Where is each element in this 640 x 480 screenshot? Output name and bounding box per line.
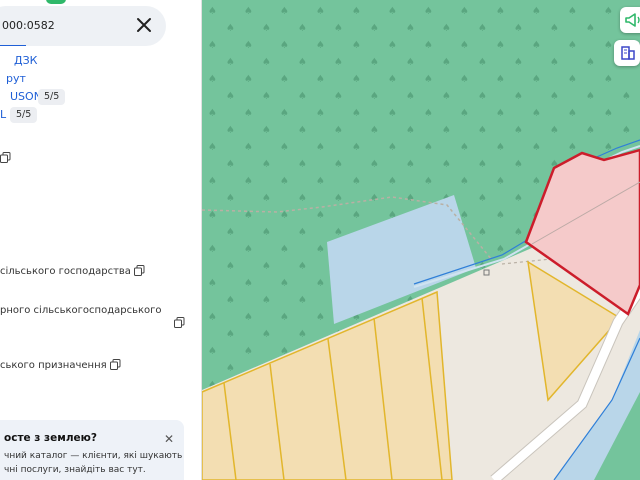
copy-icon[interactable] xyxy=(134,265,145,279)
geojson-badge: 5/5 xyxy=(38,89,66,105)
copy-icon[interactable] xyxy=(174,313,185,332)
copy-icon[interactable] xyxy=(0,148,11,167)
close-icon[interactable]: ✕ xyxy=(164,432,174,446)
promo-card: осте з землею? ✕ чний каталог — клієнти,… xyxy=(0,420,184,480)
field-row-3: ського призначення xyxy=(0,359,121,373)
copy-icon[interactable] xyxy=(109,359,121,373)
promo-text-line-1: чний каталог — клієнти, які шукають xyxy=(4,451,183,461)
map-canvas[interactable]: ♠ ♠ xyxy=(202,0,640,480)
map-view[interactable]: ♠ ♠ xyxy=(202,0,640,480)
info-panel: 000:0582 ДЗК рут USON 5/5 L 5/5 сільсько… xyxy=(0,0,202,480)
status-pill xyxy=(46,0,66,4)
link-underline-fragment xyxy=(0,38,26,46)
link-kml[interactable]: L xyxy=(0,108,6,121)
link-dzk[interactable]: ДЗК xyxy=(14,54,37,67)
field-text-2: рного сільськогосподарського xyxy=(0,305,162,316)
link-route[interactable]: рут xyxy=(6,72,26,85)
buildings-icon[interactable] xyxy=(614,40,640,66)
promo-text-line-2: чні послуги, знайдіть вас тут. xyxy=(4,465,146,475)
field-text-3: ського призначення xyxy=(0,360,107,371)
promo-title: осте з землею? xyxy=(4,432,97,444)
close-icon[interactable] xyxy=(132,13,156,37)
field-row-1: сільського господарства xyxy=(0,265,145,279)
field-text-1: сільського господарства xyxy=(0,266,131,277)
search-input[interactable]: 000:0582 xyxy=(2,19,55,32)
megaphone-icon[interactable] xyxy=(620,7,640,33)
kml-badge: 5/5 xyxy=(10,107,38,123)
